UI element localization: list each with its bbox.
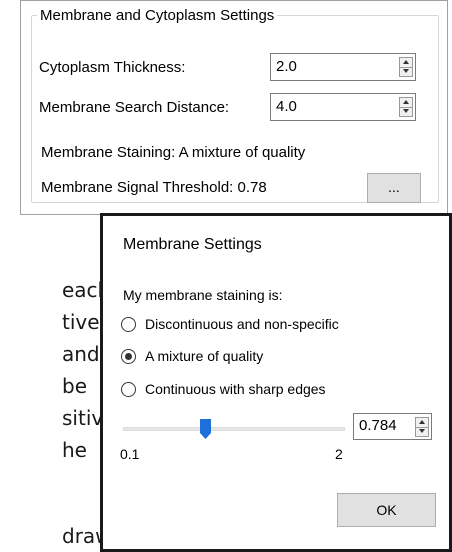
cytoplasm-thickness-value: 2.0 [276,58,297,75]
membrane-search-distance-spin[interactable] [399,97,413,117]
spin-down-icon[interactable] [416,427,428,436]
staining-slider-track[interactable] [123,427,345,431]
cytoplasm-thickness-label: Cytoplasm Thickness: [39,59,186,76]
radio-discontinuous[interactable]: Discontinuous and non-specific [121,313,339,335]
staining-prompt: My membrane staining is: [123,287,283,303]
membrane-signal-threshold-text: Membrane Signal Threshold: 0.78 [41,179,267,196]
membrane-search-distance-value: 4.0 [276,98,297,115]
radio-circle-icon[interactable] [121,381,136,397]
radio-label: Continuous with sharp edges [145,381,326,397]
radio-continuous[interactable]: Continuous with sharp edges [121,378,326,400]
radio-label: Discontinuous and non-specific [145,316,339,332]
slider-value-spin[interactable] [415,417,429,437]
membrane-settings-dialog: Membrane Settings My membrane staining i… [100,213,452,552]
background-text-line: be [62,374,87,398]
dialog-title: Membrane Settings [123,236,262,253]
ok-button[interactable]: OK [337,493,436,527]
membrane-staining-text: Membrane Staining: A mixture of quality [41,144,306,161]
slider-thumb[interactable] [200,419,211,439]
groupbox-title: Membrane and Cytoplasm Settings [37,7,278,24]
slider-value: 0.784 [359,417,397,434]
slider-max-label: 2 [335,446,343,462]
membrane-search-distance-stepper[interactable]: 4.0 [270,93,416,121]
radio-label: A mixture of quality [145,348,264,364]
slider-min-label: 0.1 [120,446,140,462]
spin-down-icon[interactable] [400,67,412,76]
membrane-search-distance-label: Membrane Search Distance: [39,99,230,116]
background-text-line: and [62,342,100,366]
background-text-line: tive [62,310,100,334]
radio-selected-icon[interactable] [121,348,136,364]
slider-value-stepper[interactable]: 0.784 [353,413,432,440]
spin-down-icon[interactable] [400,107,412,116]
membrane-cytoplasm-panel: Membrane and Cytoplasm Settings Cytoplas… [20,0,448,215]
threshold-ellipsis-button[interactable]: ... [367,173,421,203]
cytoplasm-thickness-stepper[interactable]: 2.0 [270,53,416,81]
radio-mixture[interactable]: A mixture of quality [121,345,263,367]
cytoplasm-thickness-spin[interactable] [399,57,413,77]
radio-circle-icon[interactable] [121,316,136,332]
background-text-line: he [62,438,87,462]
